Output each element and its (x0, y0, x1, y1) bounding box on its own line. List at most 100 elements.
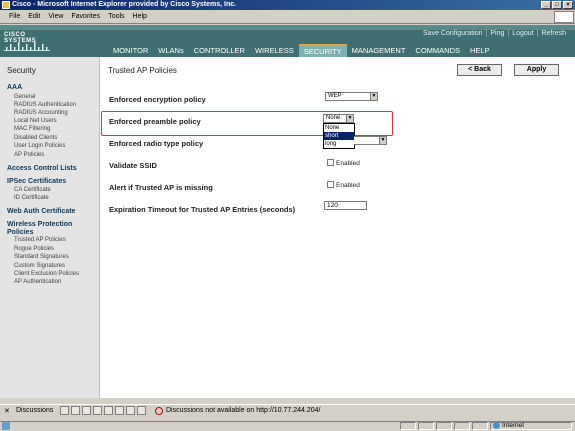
close-button[interactable]: × (563, 1, 573, 9)
menu-bar: File Edit View Favorites Tools Help (0, 10, 575, 24)
tab-help[interactable]: HELP (465, 44, 495, 57)
tab-monitor[interactable]: MONITOR (108, 44, 153, 57)
discussion-show-icon[interactable] (137, 406, 146, 415)
encryption-policy-select[interactable]: WEP ▼ (325, 92, 378, 101)
sidebar-item-radius-accounting[interactable]: RADIUS Accounting (14, 110, 68, 116)
chevron-down-icon: ▼ (379, 137, 386, 144)
chevron-down-icon: ▼ (370, 93, 377, 100)
preamble-policy-label: Enforced preamble policy (109, 117, 201, 126)
discussion-collapse-icon[interactable] (104, 406, 113, 415)
sidebar-item-mac-filtering[interactable]: MAC Filtering (14, 126, 50, 132)
discussion-insert-icon[interactable] (60, 406, 69, 415)
menu-view[interactable]: View (48, 13, 63, 20)
sidebar-item-local-net-users[interactable]: Local Net Users (14, 118, 57, 124)
sidebar-head-web-auth[interactable]: Web Auth Certificate (7, 208, 75, 215)
tab-commands[interactable]: COMMANDS (410, 44, 465, 57)
back-button[interactable]: < Back (457, 64, 502, 76)
sidebar-item-ap-policies[interactable]: AP Policies (14, 152, 44, 158)
window-title: Cisco - Microsoft Internet Explorer prov… (12, 1, 237, 8)
validate-ssid-label: Validate SSID (109, 161, 157, 170)
discussion-reply-icon[interactable] (82, 406, 91, 415)
tab-management[interactable]: MANAGEMENT (347, 44, 411, 57)
radio-type-policy-label: Enforced radio type policy (109, 139, 204, 148)
header-links: Save Configuration | Ping | Logout | Refres… (420, 30, 569, 37)
discussion-expand-icon[interactable] (93, 406, 102, 415)
sidebar-item-user-login-policies[interactable]: User Login Policies (14, 143, 65, 149)
radio-type-policy-select[interactable]: ▼ (354, 136, 387, 145)
window-titlebar: Cisco - Microsoft Internet Explorer prov… (0, 0, 575, 10)
alert-trusted-ap-missing-checkbox[interactable] (327, 181, 334, 188)
sidebar-item-disabled-clients[interactable]: Disabled Clients (14, 135, 57, 141)
sidebar-head-acl[interactable]: Access Control Lists (7, 165, 77, 172)
preamble-option-none[interactable]: None (324, 124, 354, 132)
sidebar-item-radius-authentication[interactable]: RADIUS Authentication (14, 102, 76, 108)
chevron-down-icon: ▼ (346, 115, 353, 122)
internet-zone-icon (493, 422, 500, 429)
preamble-policy-value: None (326, 115, 341, 121)
page-icon (2, 422, 10, 430)
alert-trusted-ap-missing-label: Alert if Trusted AP is missing (109, 183, 213, 192)
status-cell-5 (472, 422, 488, 430)
preamble-option-long[interactable]: long (324, 140, 354, 148)
refresh-link[interactable]: Refresh (538, 30, 569, 37)
sidebar-title: Security (7, 66, 36, 75)
discussions-toolbar (60, 406, 146, 415)
tab-controller[interactable]: CONTROLLER (189, 44, 250, 57)
save-configuration-link[interactable]: Save Configuration (420, 30, 486, 37)
sidebar-item-custom-signatures[interactable]: Custom Signatures (14, 263, 65, 269)
discussion-subscribe-icon[interactable] (126, 406, 135, 415)
encryption-policy-label: Enforced encryption policy (109, 95, 206, 104)
status-cell-1 (400, 422, 416, 430)
tab-wlans[interactable]: WLANs (153, 44, 188, 57)
status-cell-2 (418, 422, 434, 430)
discussions-label[interactable]: Discussions (16, 407, 53, 414)
encryption-policy-value: WEP (328, 93, 342, 99)
cisco-bridge-icon (4, 41, 50, 51)
sidebar-item-client-exclusion-policies[interactable]: Client Exclusion Policies (14, 271, 79, 277)
preamble-dropdown-list: None short long (323, 123, 355, 149)
sidebar-item-ca-certificate[interactable]: CA Certificate (14, 187, 51, 193)
expiration-timeout-label: Expiration Timeout for Trusted AP Entrie… (109, 205, 296, 214)
main-nav: MONITOR WLANs CONTROLLER WIRELESS SECURI… (108, 44, 495, 57)
discussions-close-icon[interactable]: ✕ (4, 407, 10, 415)
validate-ssid-enabled-label: Enabled (336, 160, 360, 167)
menu-edit[interactable]: Edit (28, 13, 40, 20)
sidebar-item-rogue-policies[interactable]: Rogue Policies (14, 246, 54, 252)
logout-link[interactable]: Logout (509, 30, 536, 37)
page-title: Trusted AP Policies (108, 66, 177, 75)
sidebar-head-wireless-protection[interactable]: Wireless Protection Policies (7, 221, 97, 237)
minimize-button[interactable]: _ (541, 1, 551, 9)
expiration-timeout-input[interactable]: 120 (324, 201, 367, 210)
preamble-option-short[interactable]: short (324, 132, 354, 140)
tab-security[interactable]: SECURITY (298, 44, 347, 57)
tab-wireless[interactable]: WIRELESS (250, 44, 299, 57)
sidebar-item-ap-authentication[interactable]: AP Authentication (14, 279, 61, 285)
ping-link[interactable]: Ping (487, 30, 507, 37)
ie-logo-icon (554, 11, 574, 23)
menu-file[interactable]: File (9, 13, 20, 20)
sidebar-item-trusted-ap-policies[interactable]: Trusted AP Policies (14, 237, 66, 243)
menu-tools[interactable]: Tools (108, 13, 124, 20)
menu-help[interactable]: Help (133, 13, 147, 20)
preamble-policy-select[interactable]: None ▼ (323, 114, 354, 123)
discussion-print-icon[interactable] (115, 406, 124, 415)
status-cell-3 (436, 422, 452, 430)
apply-button[interactable]: Apply (514, 64, 559, 76)
ie-app-icon (2, 1, 10, 9)
discussions-status: Discussions not available on http://10.7… (166, 407, 321, 414)
alert-trusted-ap-enabled-label: Enabled (336, 182, 360, 189)
main-content (100, 57, 575, 398)
maximize-button[interactable]: □ (552, 1, 562, 9)
sidebar-item-general[interactable]: General (14, 94, 35, 100)
sidebar-item-id-certificate[interactable]: ID Certificate (14, 195, 49, 201)
sidebar-head-ipsec[interactable]: IPSec Certificates (7, 178, 66, 185)
menu-favorites[interactable]: Favorites (71, 13, 100, 20)
status-cell-4 (454, 422, 470, 430)
discussion-edit-icon[interactable] (71, 406, 80, 415)
sidebar-head-aaa[interactable]: AAA (7, 84, 22, 91)
cisco-logo: CISCO SYSTEMS (4, 31, 50, 53)
validate-ssid-checkbox[interactable] (327, 159, 334, 166)
status-zone-label: Internet (502, 422, 525, 429)
discussions-unavailable-icon (155, 407, 163, 415)
sidebar-item-standard-signatures[interactable]: Standard Signatures (14, 254, 69, 260)
